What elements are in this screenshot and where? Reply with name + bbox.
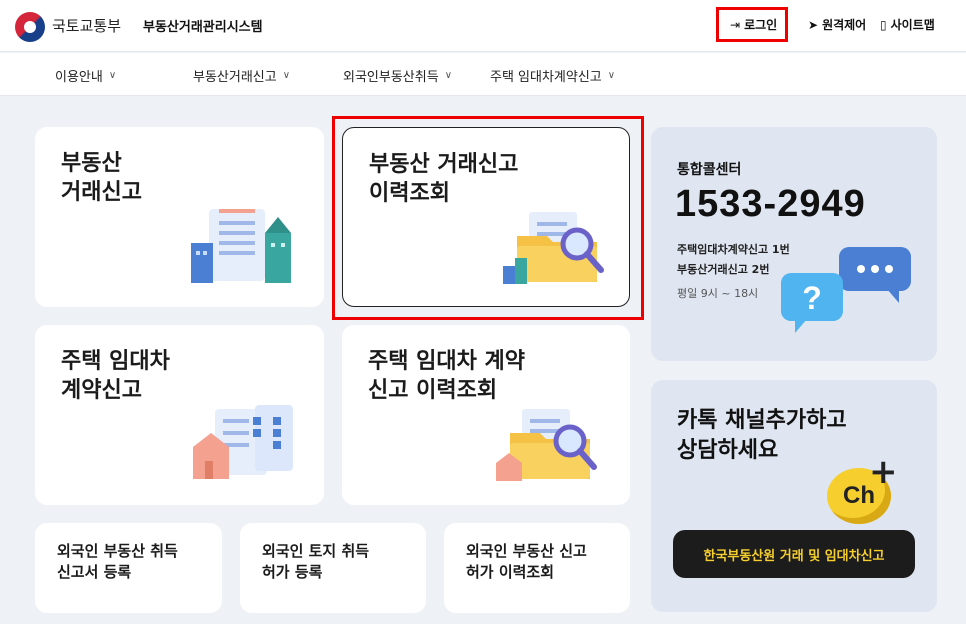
login-button[interactable]: ⇥ 로그인 bbox=[730, 16, 777, 33]
call-center-hours: 평일 9시 ~ 18시 bbox=[677, 287, 759, 300]
card-foreign-land-permit[interactable]: 외국인 토지 취득 허가 등록 bbox=[240, 523, 426, 613]
card-title: 부동산 거래신고 이력조회 bbox=[369, 150, 518, 208]
card-transaction-report[interactable]: 부동산 거래신고 bbox=[35, 127, 324, 307]
chat-question-icon: ? bbox=[781, 247, 911, 333]
title-line: 상담하세요 bbox=[677, 438, 779, 463]
remote-label: 원격제어 bbox=[822, 18, 867, 32]
map-icon: ▯ bbox=[880, 17, 887, 32]
call-center-panel: 통합콜센터 1533-2949 주택임대차계약신고 1번 부동산거래신고 2번 … bbox=[651, 127, 937, 361]
card-transaction-history[interactable]: 부동산 거래신고 이력조회 bbox=[342, 127, 630, 307]
call-center-label: 통합콜센터 bbox=[677, 162, 742, 178]
nav-label: 주택 임대차계약신고 bbox=[490, 70, 602, 85]
folder-search-icon bbox=[503, 212, 604, 284]
plus-icon: + bbox=[869, 452, 898, 492]
kakao-channel-button[interactable]: 한국부동산원 거래 및 임대차신고 bbox=[673, 530, 915, 578]
title-line: 주택 임대차 bbox=[61, 349, 170, 374]
title-line: 주택 임대차 계약 bbox=[368, 349, 525, 374]
svg-text:?: ? bbox=[802, 280, 822, 316]
folder-search-house-icon bbox=[496, 409, 597, 481]
title-line: 이력조회 bbox=[369, 181, 450, 206]
title-line: 외국인 부동산 신고 bbox=[466, 542, 587, 560]
chevron-down-icon: ∨ bbox=[444, 70, 453, 81]
title-line: 허가 이력조회 bbox=[466, 563, 555, 581]
chevron-down-icon: ∨ bbox=[282, 70, 291, 81]
title-line: 거래신고 bbox=[61, 180, 142, 205]
ministry-name[interactable]: 국토교통부 bbox=[52, 15, 121, 36]
card-foreign-permit-history[interactable]: 외국인 부동산 신고 허가 이력조회 bbox=[444, 523, 630, 613]
nav-item-transaction-report[interactable]: 부동산거래신고 ∨ bbox=[193, 66, 290, 85]
call-center-option-1: 주택임대차계약신고 1번 bbox=[677, 243, 790, 256]
title-line: 부동산 bbox=[61, 151, 122, 176]
title-line: 계약신고 bbox=[61, 378, 142, 403]
nav-label: 이용안내 bbox=[55, 70, 103, 85]
title-line: 허가 등록 bbox=[262, 563, 323, 581]
card-title: 주택 임대차 계약 신고 이력조회 bbox=[368, 347, 525, 405]
login-icon: ⇥ bbox=[730, 17, 741, 32]
card-title: 부동산 거래신고 bbox=[61, 149, 142, 207]
site-header: 국토교통부 부동산거래관리시스템 ⇥ 로그인 ➤ 원격제어 ▯ 사이트맵 bbox=[0, 0, 966, 52]
card-title: 외국인 부동산 취득 신고서 등록 bbox=[57, 541, 178, 583]
checklist-house-icon bbox=[193, 405, 293, 479]
card-lease-report[interactable]: 주택 임대차 계약신고 bbox=[35, 325, 324, 505]
sitemap-label: 사이트맵 bbox=[890, 18, 935, 32]
card-title: 외국인 부동산 신고 허가 이력조회 bbox=[466, 541, 587, 583]
card-title: 외국인 토지 취득 허가 등록 bbox=[262, 541, 369, 583]
title-line: 카톡 채널추가하고 bbox=[677, 408, 847, 433]
card-lease-history[interactable]: 주택 임대차 계약 신고 이력조회 bbox=[342, 325, 630, 505]
card-foreign-acquisition-register[interactable]: 외국인 부동산 취득 신고서 등록 bbox=[35, 523, 222, 613]
title-line: 신고서 등록 bbox=[57, 563, 132, 581]
remote-control-link[interactable]: ➤ 원격제어 bbox=[808, 16, 866, 33]
nav-item-guide[interactable]: 이용안내 ∨ bbox=[55, 66, 116, 85]
nav-label: 외국인부동산취득 bbox=[343, 70, 439, 85]
kakao-title: 카톡 채널추가하고 상담하세요 bbox=[677, 406, 847, 466]
call-center-phone[interactable]: 1533-2949 bbox=[675, 183, 866, 226]
government-logo-icon[interactable] bbox=[15, 12, 45, 42]
title-line: 외국인 부동산 취득 bbox=[57, 542, 178, 560]
nav-item-foreign-acquisition[interactable]: 외국인부동산취득 ∨ bbox=[343, 66, 452, 85]
kakao-channel-panel: 카톡 채널추가하고 상담하세요 Ch + 한국부동산원 거래 및 임대차신고 bbox=[651, 380, 937, 612]
nav-item-lease-report[interactable]: 주택 임대차계약신고 ∨ bbox=[490, 66, 615, 85]
chevron-down-icon: ∨ bbox=[607, 70, 616, 81]
call-center-option-2: 부동산거래신고 2번 bbox=[677, 263, 770, 276]
cursor-icon: ➤ bbox=[808, 17, 819, 32]
card-title: 주택 임대차 계약신고 bbox=[61, 347, 170, 405]
kakao-button-label: 한국부동산원 거래 및 임대차신고 bbox=[703, 548, 885, 564]
chevron-down-icon: ∨ bbox=[108, 70, 117, 81]
sitemap-link[interactable]: ▯ 사이트맵 bbox=[880, 16, 935, 33]
title-line: 신고 이력조회 bbox=[368, 378, 498, 403]
main-nav: 이용안내 ∨ 부동산거래신고 ∨ 외국인부동산취득 ∨ 주택 임대차계약신고 ∨ bbox=[0, 53, 966, 96]
document-building-icon bbox=[191, 209, 291, 283]
title-line: 부동산 거래신고 bbox=[369, 152, 519, 177]
system-name[interactable]: 부동산거래관리시스템 bbox=[143, 16, 263, 35]
nav-label: 부동산거래신고 bbox=[193, 70, 277, 85]
title-line: 외국인 토지 취득 bbox=[262, 542, 370, 560]
login-label: 로그인 bbox=[744, 18, 778, 32]
